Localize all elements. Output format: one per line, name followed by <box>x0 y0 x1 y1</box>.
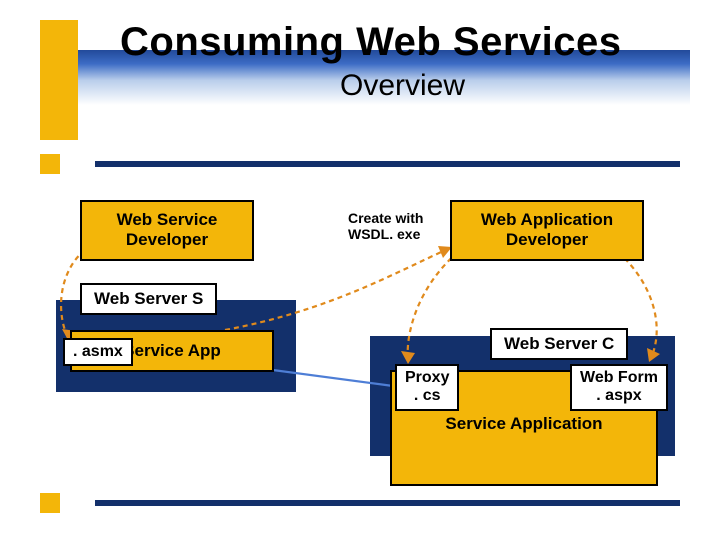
web-server-c-title: Web Server C <box>490 328 628 360</box>
divider-bottom-square <box>40 493 60 513</box>
service-app-label: Service App <box>123 341 221 360</box>
divider-top <box>95 161 680 167</box>
proxy-label: Proxy . cs <box>405 369 449 404</box>
proxy-box: Proxy . cs <box>395 364 459 411</box>
wsdl-label: Create with WSDL. exe <box>348 210 423 242</box>
webform-box: Web Form . aspx <box>570 364 668 411</box>
web-service-developer-label: Web Service Developer <box>117 210 218 249</box>
slide: Consuming Web Services Overview Web Serv… <box>0 0 720 540</box>
web-server-s-title: Web Server S <box>80 283 217 315</box>
web-application-developer-label: Web Application Developer <box>481 210 613 249</box>
divider-bottom <box>95 500 680 506</box>
title-accent-block <box>40 20 78 140</box>
webform-label: Web Form . aspx <box>580 369 658 404</box>
slide-title: Consuming Web Services <box>120 20 622 65</box>
web-application-developer-box: Web Application Developer <box>450 200 644 261</box>
service-application-label: Service Application <box>445 414 602 433</box>
slide-subtitle: Overview <box>340 69 465 103</box>
divider-top-square <box>40 154 60 174</box>
asmx-box: . asmx <box>63 338 133 366</box>
web-service-developer-box: Web Service Developer <box>80 200 254 261</box>
title-area: Consuming Web Services Overview <box>40 20 690 120</box>
wsdl-label-text: Create with WSDL. exe <box>348 210 423 242</box>
